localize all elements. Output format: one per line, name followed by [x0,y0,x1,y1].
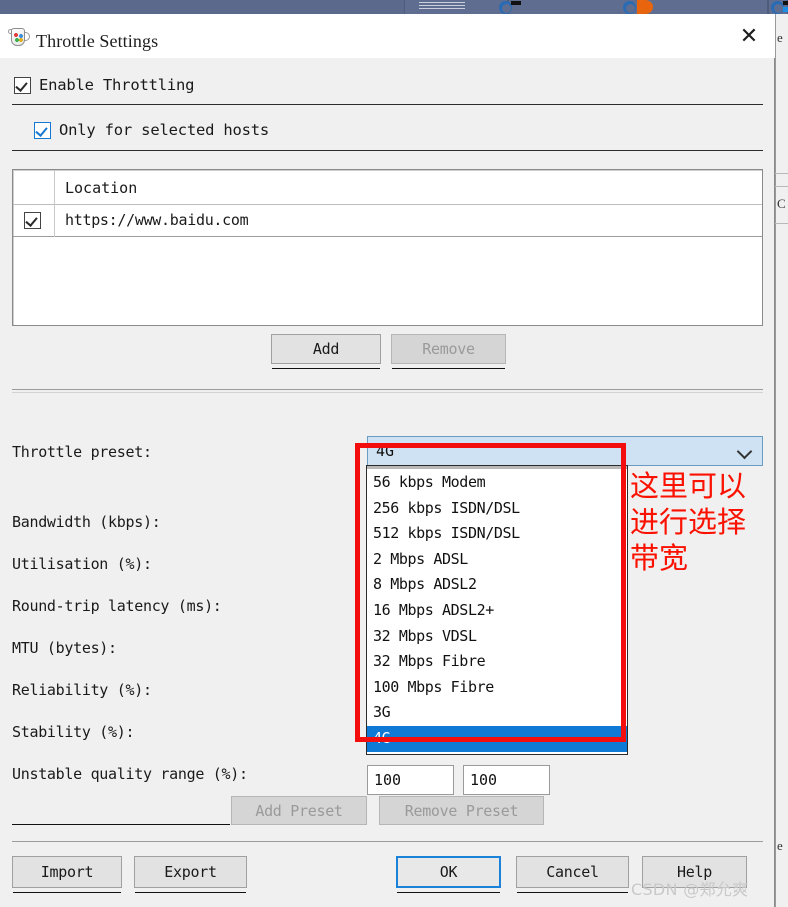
stability-label: Stability (%): [12,723,135,741]
enable-throttling-checkbox[interactable] [14,76,31,94]
background-text: e [777,30,783,45]
add-preset-button: Add Preset [231,796,367,825]
export-button[interactable]: Export [134,856,247,893]
throttle-settings-dialog: Throttle Settings ✕ Enable Throttling On… [0,14,775,907]
background-text: C [777,196,786,211]
dropdown-option[interactable]: 16 Mbps ADSL2+ [367,598,627,624]
mtu-label: MTU (bytes): [12,639,117,657]
desktop-taskbar [0,0,788,14]
add-host-button[interactable]: Add [271,334,381,369]
dropdown-option[interactable]: 256 kbps ISDN/DSL [367,496,627,522]
import-button[interactable]: Import [12,856,122,893]
throttle-preset-dropdown[interactable]: 56 kbps Modem 256 kbps ISDN/DSL 512 kbps I… [366,465,628,755]
chevron-down-icon[interactable] [739,446,752,454]
orange-marker-icon [637,0,653,14]
remove-preset-button: Remove Preset [379,796,544,825]
dropdown-option[interactable]: 4G [367,725,627,752]
dropdown-option-list[interactable]: 56 kbps Modem 256 kbps ISDN/DSL 512 kbps I… [367,470,627,752]
dropdown-option[interactable]: 512 kbps ISDN/DSL [367,521,627,547]
row-checkbox-wrap[interactable] [24,212,41,229]
throttle-preset-value: 4G [376,442,395,460]
table-row[interactable]: https://www.baidu.com [13,205,762,237]
edge-icon [499,0,521,14]
bandwidth-label: Bandwidth (kbps): [12,513,161,531]
row-enabled-checkbox[interactable] [24,212,41,229]
background-divider [775,173,788,174]
preset-row-rule [12,824,230,825]
screen: e C e Throttle Settings ✕ Enable Throttl… [0,0,788,907]
taskbar-window-4[interactable] [768,0,788,14]
menu-lines-icon [419,2,465,11]
section-divider-3-light [12,392,763,393]
remove-host-button: Remove [391,334,506,369]
column-header-location: Location [65,179,138,197]
dropdown-option[interactable]: 32 Mbps VDSL [367,624,627,650]
dropdown-top-edge [367,466,627,469]
column-separator [54,170,55,205]
dialog-title: Throttle Settings [36,31,159,51]
latency-label: Round-trip latency (ms): [12,597,222,615]
background-divider [775,186,788,187]
annotation-text: 这里可以 进行选择 带宽 [630,469,747,575]
hosts-table-header: Location [13,170,762,205]
cancel-button[interactable]: Cancel [516,856,629,893]
hosts-table[interactable]: Location https://www.baidu.com [12,169,763,326]
row-location-value: https://www.baidu.com [65,211,249,229]
reliability-label: Reliability (%): [12,681,152,699]
unstable-range-min-input[interactable]: 100 [367,765,454,795]
taskbar-window-2[interactable] [499,0,642,14]
column-separator [54,205,55,237]
section-divider-4 [12,841,763,842]
utilisation-label: Utilisation (%): [12,555,152,573]
close-icon[interactable]: ✕ [731,24,767,50]
dropdown-option[interactable]: 2 Mbps ADSL [367,547,627,573]
background-divider [775,223,788,224]
section-divider-1 [12,104,763,105]
background-window [775,14,788,907]
unstable-range-label: Unstable quality range (%): [12,765,248,783]
blue-accent-icon [783,7,788,12]
taskbar-window-1[interactable] [404,0,508,14]
only-selected-hosts-label: Only for selected hosts [59,121,270,139]
jug-icon [8,25,30,49]
throttle-preset-label: Throttle preset: [12,443,152,461]
dropdown-option[interactable]: 3G [367,700,627,726]
ok-button[interactable]: OK [396,856,501,893]
dialog-titlebar: Throttle Settings ✕ [0,14,775,58]
only-selected-hosts-row[interactable]: Only for selected hosts [34,121,269,139]
only-selected-hosts-checkbox[interactable] [34,121,51,139]
throttle-preset-combobox[interactable]: 4G [367,436,763,466]
dropdown-option[interactable]: 56 kbps Modem [367,470,627,496]
dropdown-option[interactable]: 8 Mbps ADSL2 [367,572,627,598]
section-divider-2 [12,150,763,151]
taskbar-window-3[interactable] [623,0,768,14]
enable-throttling-label: Enable Throttling [39,76,195,94]
section-divider-3 [12,389,763,390]
background-text: e [777,838,783,853]
dropdown-option[interactable]: 100 Mbps Fibre [367,675,627,701]
unstable-range-max-input[interactable]: 100 [463,765,550,795]
enable-throttling-row[interactable]: Enable Throttling [14,76,194,94]
dropdown-option[interactable]: 32 Mbps Fibre [367,649,627,675]
watermark: CSDN @郑允爽 [631,880,749,899]
